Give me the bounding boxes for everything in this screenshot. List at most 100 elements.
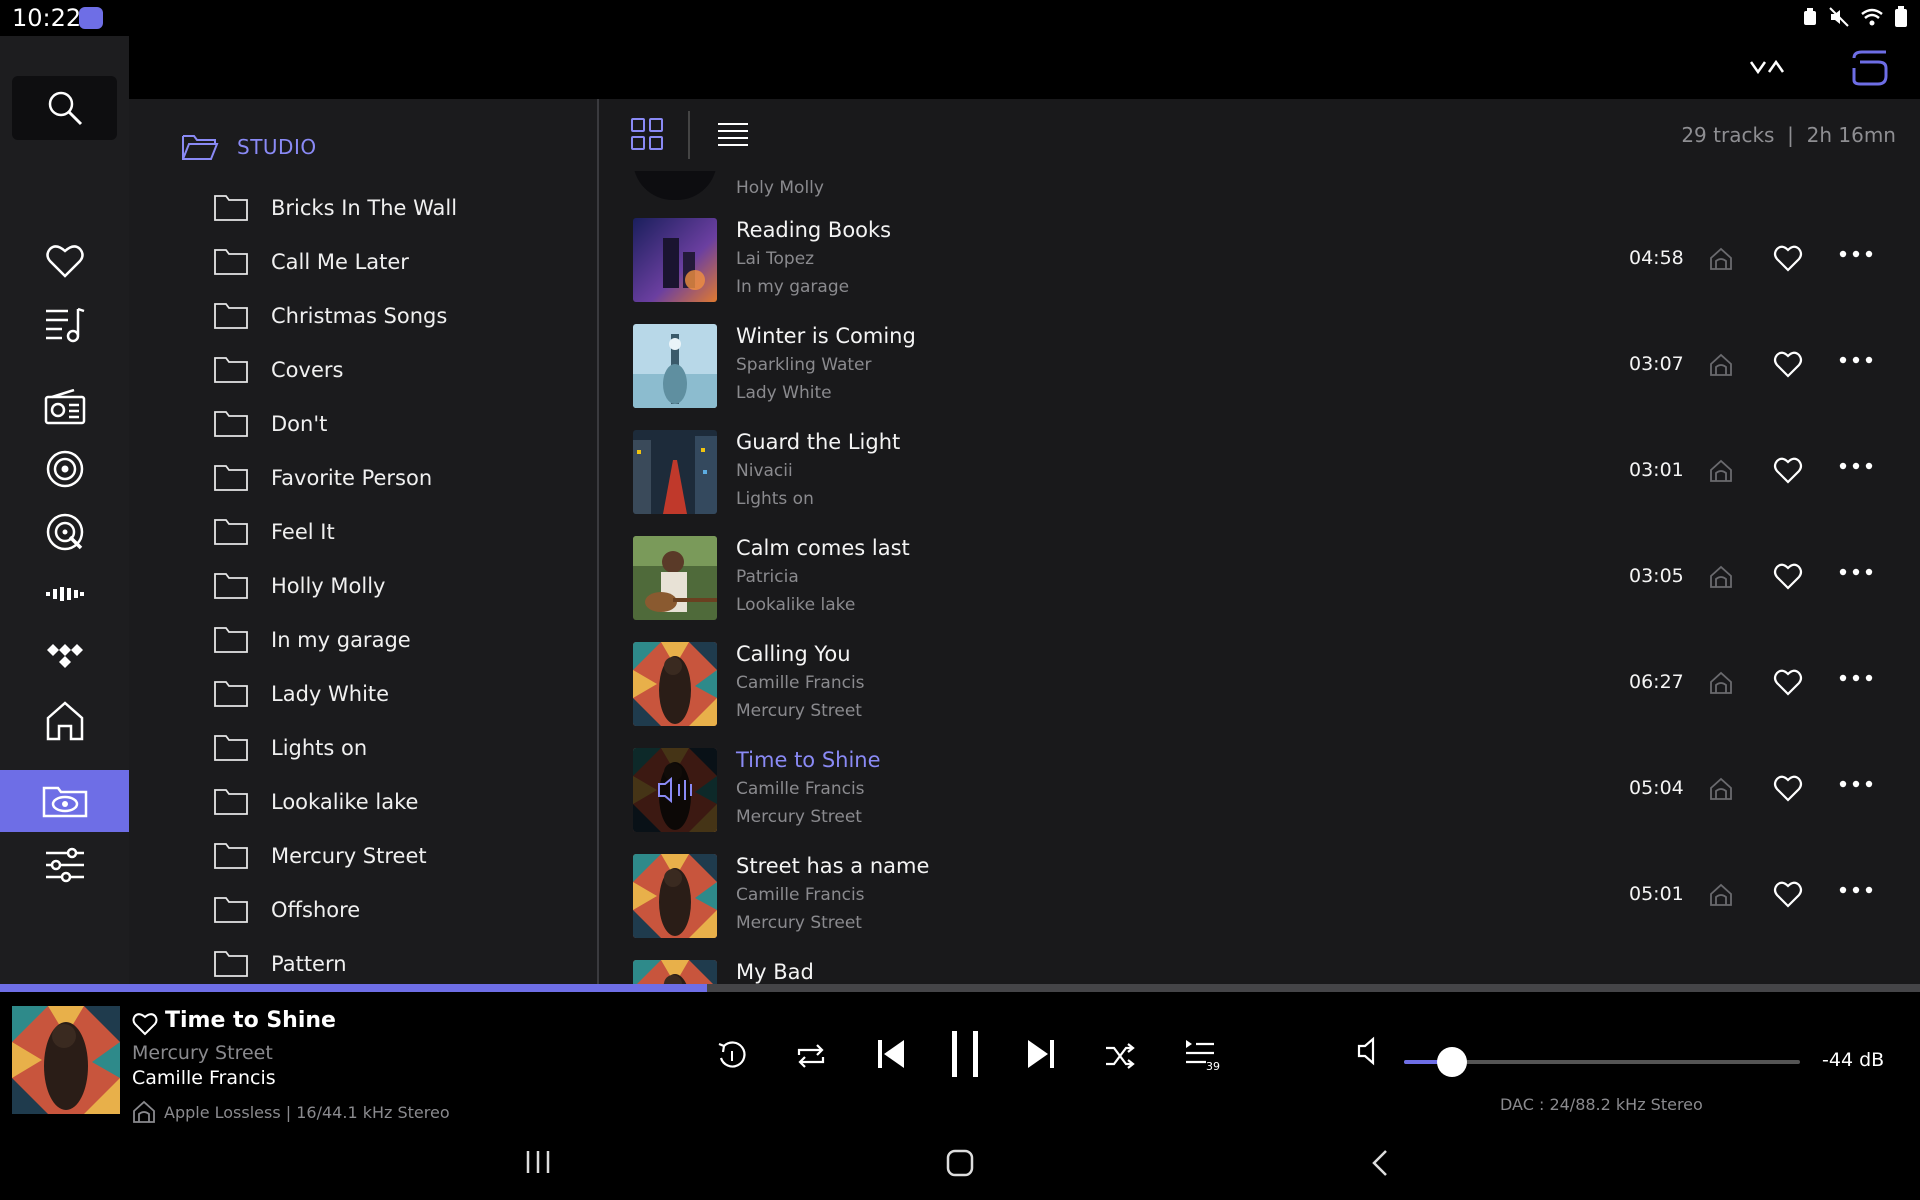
mute-icon xyxy=(1829,7,1849,27)
heart-icon[interactable] xyxy=(1773,562,1803,590)
home-nav-icon[interactable] xyxy=(946,1149,974,1177)
open-folder-icon xyxy=(182,135,219,160)
sort-icon[interactable] xyxy=(1747,54,1787,82)
volume-slider[interactable] xyxy=(1404,1047,1800,1077)
heart-icon[interactable] xyxy=(1773,880,1803,908)
wifi-icon xyxy=(1861,8,1883,26)
app-logo-icon[interactable] xyxy=(1848,48,1892,88)
recent-apps-icon[interactable] xyxy=(524,1149,552,1175)
more-options-icon[interactable] xyxy=(1839,886,1873,894)
folder-item-label: Christmas Songs xyxy=(271,304,448,328)
folder-icon xyxy=(214,573,248,599)
track-row[interactable]: Calm comes last Patricia Lookalike lake 03:… xyxy=(599,524,1920,630)
folder-item[interactable]: In my garage xyxy=(213,613,457,667)
now-playing-cover[interactable] xyxy=(12,1006,120,1114)
folder-item[interactable]: Don't xyxy=(213,397,457,451)
now-playing-album[interactable]: Mercury Street xyxy=(132,1042,273,1064)
more-options-icon[interactable] xyxy=(1839,462,1873,470)
folder-icon xyxy=(214,897,248,923)
heart-icon[interactable] xyxy=(1773,668,1803,696)
rail-qobuz[interactable] xyxy=(0,501,129,563)
skip-next-icon xyxy=(1028,1040,1054,1068)
track-row[interactable]: My Bad xyxy=(599,948,1920,984)
folder-item[interactable]: Lights on xyxy=(213,721,457,775)
folder-item[interactable]: Feel It xyxy=(213,505,457,559)
playback-progress[interactable] xyxy=(0,984,1920,992)
more-options-icon[interactable] xyxy=(1839,780,1873,788)
more-options-icon[interactable] xyxy=(1839,250,1873,258)
rail-settings[interactable] xyxy=(0,834,129,896)
more-options-icon[interactable] xyxy=(1839,674,1873,682)
search-button[interactable] xyxy=(12,76,117,140)
track-row[interactable]: Reading Books Lai Topez In my garage 04:58 xyxy=(599,206,1920,312)
shuffle-button[interactable] xyxy=(1104,1042,1136,1070)
volume-slider-knob[interactable] xyxy=(1436,1047,1467,1077)
list-view-icon[interactable] xyxy=(717,122,749,146)
album-art xyxy=(633,536,717,620)
folder-item-label: Holly Molly xyxy=(271,574,386,598)
alarm-icon xyxy=(1804,8,1816,25)
folder-icon xyxy=(214,735,248,761)
pause-icon xyxy=(952,1031,978,1077)
heart-icon[interactable] xyxy=(1773,350,1803,378)
folder-item[interactable]: Lookalike lake xyxy=(213,775,457,829)
rail-playlists[interactable] xyxy=(0,293,129,355)
folder-item[interactable]: Offshore xyxy=(213,883,457,937)
volume-button[interactable] xyxy=(1356,1036,1386,1070)
folder-item-label: Lookalike lake xyxy=(271,790,419,814)
folder-item[interactable]: Mercury Street xyxy=(213,829,457,883)
rail-discover[interactable] xyxy=(0,438,129,500)
heart-icon[interactable] xyxy=(1773,774,1803,802)
rail-folders[interactable] xyxy=(0,770,129,832)
tidal-icon xyxy=(46,644,83,668)
repeat-button[interactable] xyxy=(795,1042,827,1070)
speaker-icon xyxy=(1357,1036,1375,1066)
now-playing-artist[interactable]: Camille Francis xyxy=(132,1067,276,1089)
folder-icon xyxy=(214,789,248,815)
next-button[interactable] xyxy=(1024,1037,1056,1071)
track-row[interactable]: Street has a name Camille Francis Mercury … xyxy=(599,842,1920,948)
playback-progress-fill xyxy=(0,984,707,992)
folder-item[interactable]: Bricks In The Wall xyxy=(213,181,457,235)
folder-icon xyxy=(214,465,248,491)
search-icon xyxy=(48,91,82,126)
folder-item[interactable]: Favorite Person xyxy=(213,451,457,505)
track-row[interactable]: Calling You Camille Francis Mercury Street… xyxy=(599,630,1920,736)
folder-icon xyxy=(214,195,248,221)
folder-item-label: Feel It xyxy=(271,520,335,544)
previous-button[interactable] xyxy=(876,1037,908,1071)
lossless-house-icon xyxy=(133,1100,155,1123)
repeat-icon xyxy=(797,1044,825,1068)
heart-icon[interactable] xyxy=(1773,244,1803,272)
folder-root[interactable]: STUDIO xyxy=(181,133,317,161)
heart-icon[interactable] xyxy=(1773,456,1803,484)
track-album: Lady White xyxy=(736,383,832,403)
folder-item[interactable]: Holly Molly xyxy=(213,559,457,613)
rail-favorites[interactable] xyxy=(0,230,129,292)
queue-button[interactable]: 39 xyxy=(1184,1038,1222,1074)
rail-radio[interactable] xyxy=(0,376,129,438)
rail-home[interactable] xyxy=(0,690,129,752)
folder-item[interactable]: Lady White xyxy=(213,667,457,721)
lossless-house-icon xyxy=(1710,883,1732,906)
track-row[interactable]: Time to Shine Camille Francis Mercury Stre… xyxy=(599,736,1920,842)
folder-item[interactable]: Covers xyxy=(213,343,457,397)
back-nav-icon[interactable] xyxy=(1370,1149,1390,1177)
more-options-icon[interactable] xyxy=(1839,568,1873,576)
track-row[interactable]: Guard the Light Nivacii Lights on 03:01 xyxy=(599,418,1920,524)
grid-view-icon[interactable] xyxy=(631,118,663,150)
track-title: Street has a name xyxy=(736,854,930,878)
folder-item[interactable]: Pattern xyxy=(213,937,457,984)
track-row[interactable]: Winter is Coming Sparkling Water Lady Whit… xyxy=(599,312,1920,418)
folder-item[interactable]: Call Me Later xyxy=(213,235,457,289)
track-duration: 03:05 xyxy=(1629,565,1684,587)
rail-tidal[interactable] xyxy=(0,626,129,688)
folder-item[interactable]: Christmas Songs xyxy=(213,289,457,343)
track-duration: 05:04 xyxy=(1629,777,1684,799)
now-playing-heart-icon[interactable] xyxy=(132,1012,158,1036)
folder-icon xyxy=(214,681,248,707)
rail-deezer[interactable] xyxy=(0,563,129,625)
replay-button[interactable] xyxy=(716,1040,748,1072)
pause-button[interactable] xyxy=(950,1030,980,1078)
more-options-icon[interactable] xyxy=(1839,356,1873,364)
